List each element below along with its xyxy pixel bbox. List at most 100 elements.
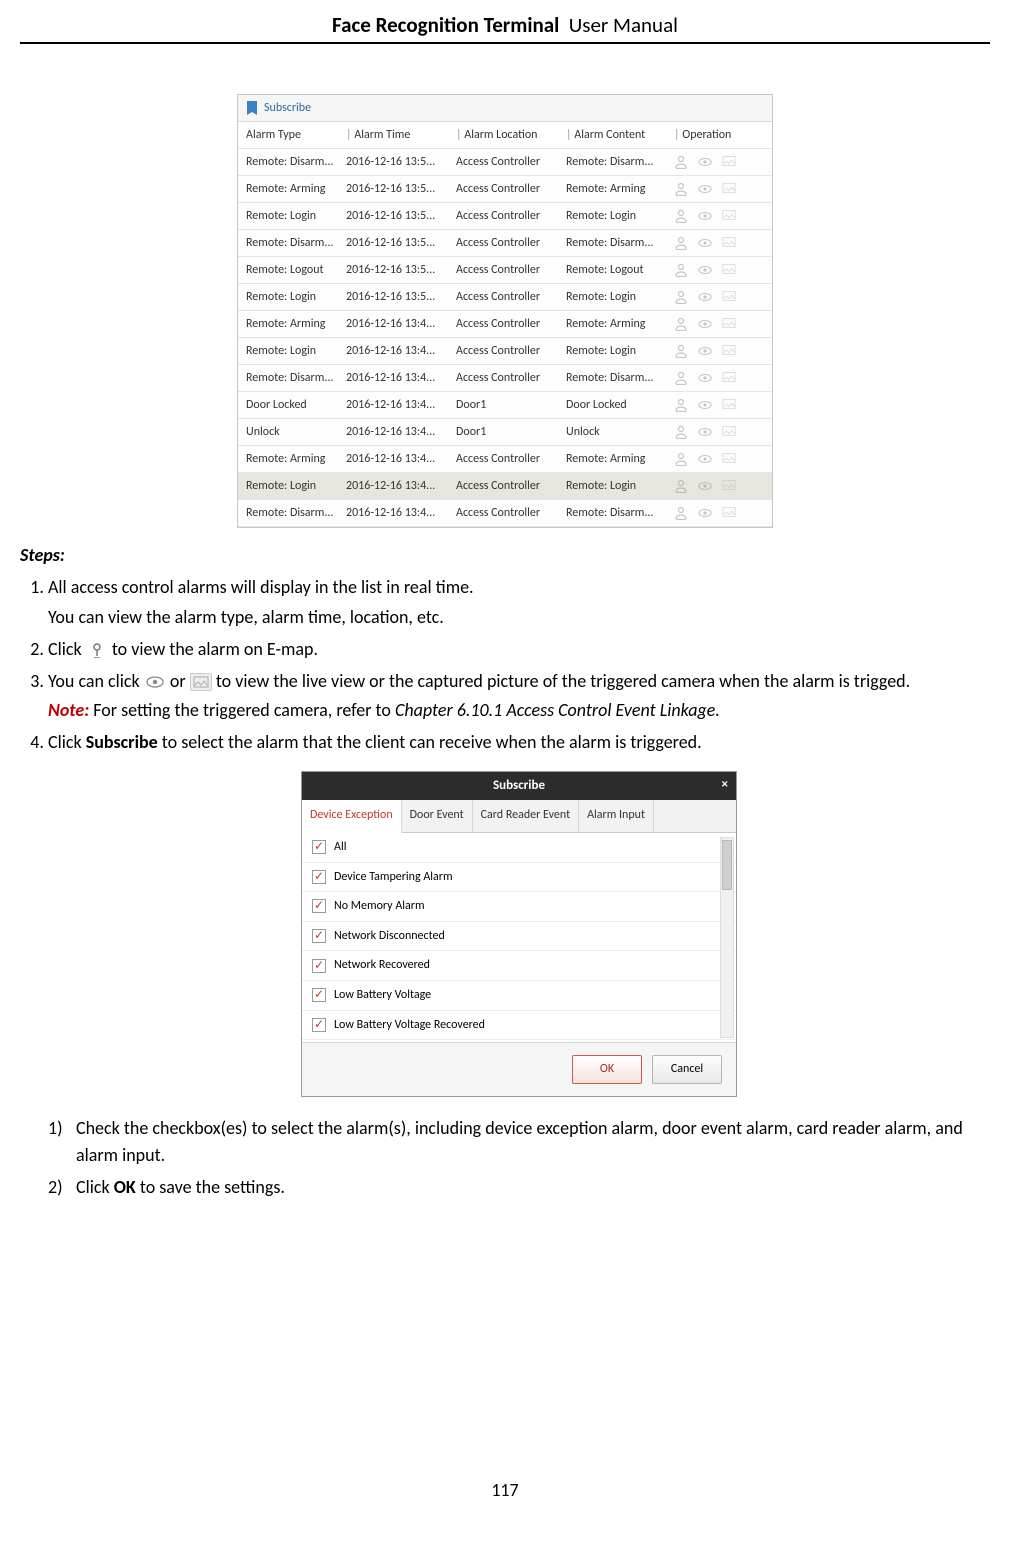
header-light: User Manual [569,12,678,38]
eye-icon[interactable] [698,371,712,385]
cell-content: Remote: Logout [566,263,674,277]
tab-door-event[interactable]: Door Event [402,800,473,832]
table-row[interactable]: Remote: Login2016-12-16 13:5...Access Co… [238,203,772,230]
checkbox-icon[interactable]: ✓ [312,1018,326,1032]
eye-icon[interactable] [698,155,712,169]
emap-pin-icon[interactable] [674,155,688,169]
tab-device-exception[interactable]: Device Exception [302,800,402,833]
cell-operation [674,209,772,223]
table-row[interactable]: Remote: Arming2016-12-16 13:4...Access C… [238,446,772,473]
table-row[interactable]: Remote: Disarm...2016-12-16 13:4...Acces… [238,500,772,527]
list-item[interactable]: ✓Device Tampering Alarm [302,863,736,893]
eye-icon[interactable] [698,182,712,196]
list-item[interactable]: ✓No Memory Alarm [302,892,736,922]
checkbox-icon[interactable]: ✓ [312,840,326,854]
tab-alarm-input[interactable]: Alarm Input [579,800,654,832]
list-item[interactable]: ✓ Low Battery Voltage [302,981,736,1011]
emap-pin-icon[interactable] [674,506,688,520]
ok-button[interactable]: OK [572,1055,642,1084]
table-row[interactable]: Remote: Login2016-12-16 13:5...Access Co… [238,284,772,311]
eye-icon[interactable] [698,290,712,304]
eye-icon[interactable] [698,263,712,277]
emap-pin-icon[interactable] [674,479,688,493]
cell-time: 2016-12-16 13:5... [346,290,456,304]
eye-icon[interactable] [698,344,712,358]
cell-type: Remote: Login [246,290,346,304]
emap-pin-icon[interactable] [674,209,688,223]
emap-pin-icon[interactable] [674,371,688,385]
emap-pin-icon[interactable] [674,398,688,412]
eye-icon[interactable] [698,452,712,466]
table-row[interactable]: Remote: Login2016-12-16 13:4...Access Co… [238,473,772,500]
picture-icon[interactable] [722,344,736,358]
cancel-button[interactable]: Cancel [652,1055,722,1084]
checkbox-icon[interactable]: ✓ [312,899,326,913]
emap-pin-icon[interactable] [674,263,688,277]
picture-icon[interactable] [722,506,736,520]
cell-type: Remote: Login [246,209,346,223]
picture-icon[interactable] [722,452,736,466]
picture-icon[interactable] [722,155,736,169]
checkbox-icon[interactable]: ✓ [312,988,326,1002]
eye-icon[interactable] [698,236,712,250]
table-row[interactable]: Remote: Disarm...2016-12-16 13:4...Acces… [238,365,772,392]
cell-type: Unlock [246,425,346,439]
eye-icon[interactable] [698,506,712,520]
eye-icon[interactable] [698,317,712,331]
table-row[interactable]: Remote: Disarm...2016-12-16 13:5...Acces… [238,149,772,176]
picture-icon[interactable] [722,479,736,493]
picture-icon[interactable] [722,317,736,331]
cell-time: 2016-12-16 13:4... [346,479,456,493]
scroll-thumb[interactable] [722,840,732,890]
emap-pin-icon[interactable] [674,182,688,196]
eye-icon[interactable] [698,425,712,439]
cell-operation [674,182,772,196]
table-row[interactable]: Remote: Disarm...2016-12-16 13:5...Acces… [238,230,772,257]
emap-pin-icon[interactable] [674,236,688,250]
eye-icon[interactable] [698,398,712,412]
list-item[interactable]: ✓All [302,833,736,863]
step-3-pre: You can click [48,670,140,692]
table-row[interactable]: Unlock2016-12-16 13:4...Door1Unlock [238,419,772,446]
list-item[interactable]: ✓AC Power Off [302,1040,736,1043]
cell-location: Access Controller [456,209,566,223]
emap-pin-icon[interactable] [674,452,688,466]
list-item[interactable]: ✓Low Battery Voltage Recovered [302,1011,736,1041]
table-row[interactable]: Door Locked2016-12-16 13:4...Door1Door L… [238,392,772,419]
cell-content: Remote: Login [566,290,674,304]
eye-icon[interactable] [698,209,712,223]
table-row[interactable]: Remote: Arming2016-12-16 13:5...Access C… [238,176,772,203]
eye-icon[interactable] [698,479,712,493]
table-row[interactable]: Remote: Login2016-12-16 13:4...Access Co… [238,338,772,365]
table-row[interactable]: Remote: Logout2016-12-16 13:5...Access C… [238,257,772,284]
checkbox-icon[interactable]: ✓ [312,870,326,884]
picture-icon[interactable] [722,209,736,223]
dialog-scrollbar[interactable] [720,837,734,1038]
cell-location: Access Controller [456,155,566,169]
list-item[interactable]: ✓Network Disconnected [302,922,736,952]
picture-icon[interactable] [722,425,736,439]
cell-location: Access Controller [456,479,566,493]
header-bold: Face Recognition Terminal [332,12,559,38]
cell-operation [674,479,772,493]
emap-pin-icon[interactable] [674,425,688,439]
checkbox-icon[interactable]: ✓ [312,959,326,973]
picture-icon[interactable] [722,290,736,304]
table-row[interactable]: Remote: Arming2016-12-16 13:4...Access C… [238,311,772,338]
list-item-label: Low Battery Voltage [334,986,431,1005]
picture-icon[interactable] [722,182,736,196]
picture-icon[interactable] [722,398,736,412]
emap-pin-icon[interactable] [674,344,688,358]
tab-card-reader-event[interactable]: Card Reader Event [473,800,579,832]
subscribe-link[interactable]: Subscribe [264,101,311,115]
cell-operation [674,317,772,331]
picture-icon[interactable] [722,236,736,250]
emap-pin-icon[interactable] [674,317,688,331]
subscribe-dialog: Subscribe × Device Exception Door Event … [301,771,737,1096]
list-item[interactable]: ✓Network Recovered [302,951,736,981]
picture-icon[interactable] [722,263,736,277]
picture-icon[interactable] [722,371,736,385]
checkbox-icon[interactable]: ✓ [312,929,326,943]
close-icon[interactable]: × [722,775,728,795]
emap-pin-icon[interactable] [674,290,688,304]
